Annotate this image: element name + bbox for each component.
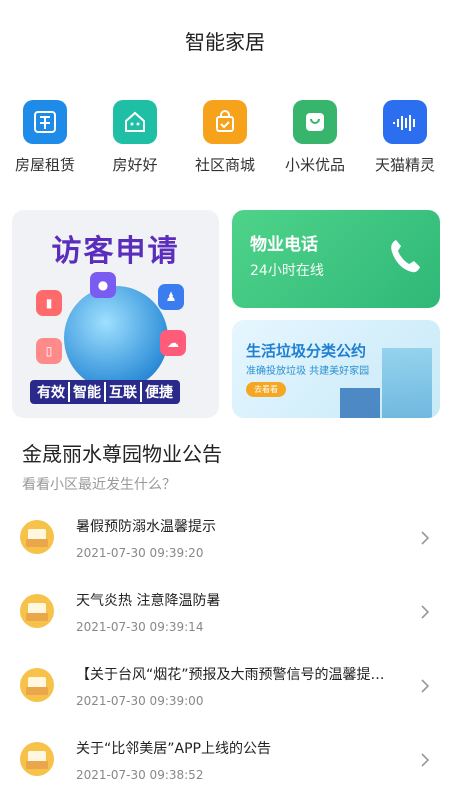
app-community-mall[interactable]: 社区商城 — [180, 100, 270, 175]
banner-title: 访客申请 — [51, 234, 180, 269]
chevron-right-icon — [420, 530, 430, 550]
visitor-application-banner[interactable]: 访客申请 ▮ ● ♟ ▯ ☁ 有效 智能 互联 便捷 — [12, 210, 219, 418]
notice-list: 暑假预防溺水温馨提示 2021-07-30 09:39:20 天气炎热 注意降温… — [0, 500, 450, 796]
chevron-right-icon — [420, 752, 430, 772]
mi-logo-icon — [293, 100, 337, 144]
chevron-right-icon — [420, 678, 430, 698]
phone-icon — [386, 236, 422, 280]
banner-tag: 有效 — [37, 385, 65, 401]
banner-tag: 互联 — [104, 382, 140, 402]
notice-item-date: 2021-07-30 09:39:14 — [76, 620, 204, 634]
app-label: 社区商城 — [194, 156, 255, 174]
card-title: 物业电话 — [250, 235, 318, 255]
card-title: 生活垃圾分类公约 — [246, 342, 367, 360]
shopping-bag-icon — [203, 100, 247, 144]
app-grid: 房屋租赁 房好好 社区商城 小米优品 天猫精灵 — [0, 100, 450, 175]
chevron-right-icon — [420, 604, 430, 624]
globe-illustration — [64, 286, 168, 390]
app-house-rent[interactable]: 房屋租赁 — [0, 100, 90, 175]
app-house-good[interactable]: 房好好 — [90, 100, 180, 175]
card-subtitle: 24小时在线 — [250, 263, 324, 279]
notice-section-subtitle: 看看小区最近发生什么？ — [22, 477, 176, 493]
building-illustration — [382, 348, 432, 418]
notice-item[interactable]: 暑假预防溺水温馨提示 2021-07-30 09:39:20 — [0, 500, 450, 574]
notice-item[interactable]: 天气炎热 注意降温防暑 2021-07-30 09:39:14 — [0, 574, 450, 648]
notice-item-title: 【关于台风“烟花”预报及大雨预警信号的温馨提… — [76, 667, 385, 683]
notice-item[interactable]: 关于“比邻美居”APP上线的公告 2021-07-30 09:38:52 — [0, 722, 450, 796]
app-label: 天猫精灵 — [374, 156, 435, 174]
notice-item-title: 天气炎热 注意降温防暑 — [76, 593, 221, 609]
tmall-genie-icon — [383, 100, 427, 144]
kiosk-illustration — [340, 388, 380, 418]
garbage-sorting-card[interactable]: 生活垃圾分类公约 准确投放垃圾 共建美好家园 去看看 — [232, 320, 440, 418]
app-label: 房好好 — [112, 156, 158, 174]
property-phone-card[interactable]: 物业电话 24小时在线 — [232, 210, 440, 308]
notice-item-title: 暑假预防溺水温馨提示 — [76, 519, 216, 535]
notice-item-title: 关于“比邻美居”APP上线的公告 — [76, 741, 271, 757]
view-button[interactable]: 去看看 — [246, 382, 286, 397]
notice-envelope-icon — [20, 520, 54, 554]
notice-envelope-icon — [20, 668, 54, 702]
notice-item[interactable]: 【关于台风“烟花”预报及大雨预警信号的温馨提… 2021-07-30 09:39… — [0, 648, 450, 722]
app-label: 房屋租赁 — [14, 156, 75, 174]
cloud-bubble-icon: ☁ — [160, 330, 186, 356]
notice-envelope-icon — [20, 594, 54, 628]
house-home-icon — [113, 100, 157, 144]
users-bubble-icon: ● — [90, 272, 116, 298]
app-label: 小米优品 — [284, 156, 345, 174]
banner-tags: 有效 智能 互联 便捷 — [30, 380, 180, 404]
app-mi-youpin[interactable]: 小米优品 — [270, 100, 360, 175]
phone-bubble-icon: ▯ — [36, 338, 62, 364]
notice-envelope-icon — [20, 742, 54, 776]
notice-item-date: 2021-07-30 09:39:00 — [76, 694, 204, 708]
notice-item-date: 2021-07-30 09:39:20 — [76, 546, 204, 560]
chart-bubble-icon: ▮ — [36, 290, 62, 316]
banner-tag: 便捷 — [140, 382, 176, 402]
person-bubble-icon: ♟ — [158, 284, 184, 310]
card-subtitle: 准确投放垃圾 共建美好家园 — [246, 366, 370, 377]
page-title: 智能家居 — [185, 30, 265, 54]
notice-item-date: 2021-07-30 09:38:52 — [76, 768, 204, 782]
notice-section-title: 金晟丽水尊园物业公告 — [22, 442, 222, 466]
app-tmall-genie[interactable]: 天猫精灵 — [360, 100, 450, 175]
banner-tag: 智能 — [68, 382, 104, 402]
house-rent-icon — [23, 100, 67, 144]
